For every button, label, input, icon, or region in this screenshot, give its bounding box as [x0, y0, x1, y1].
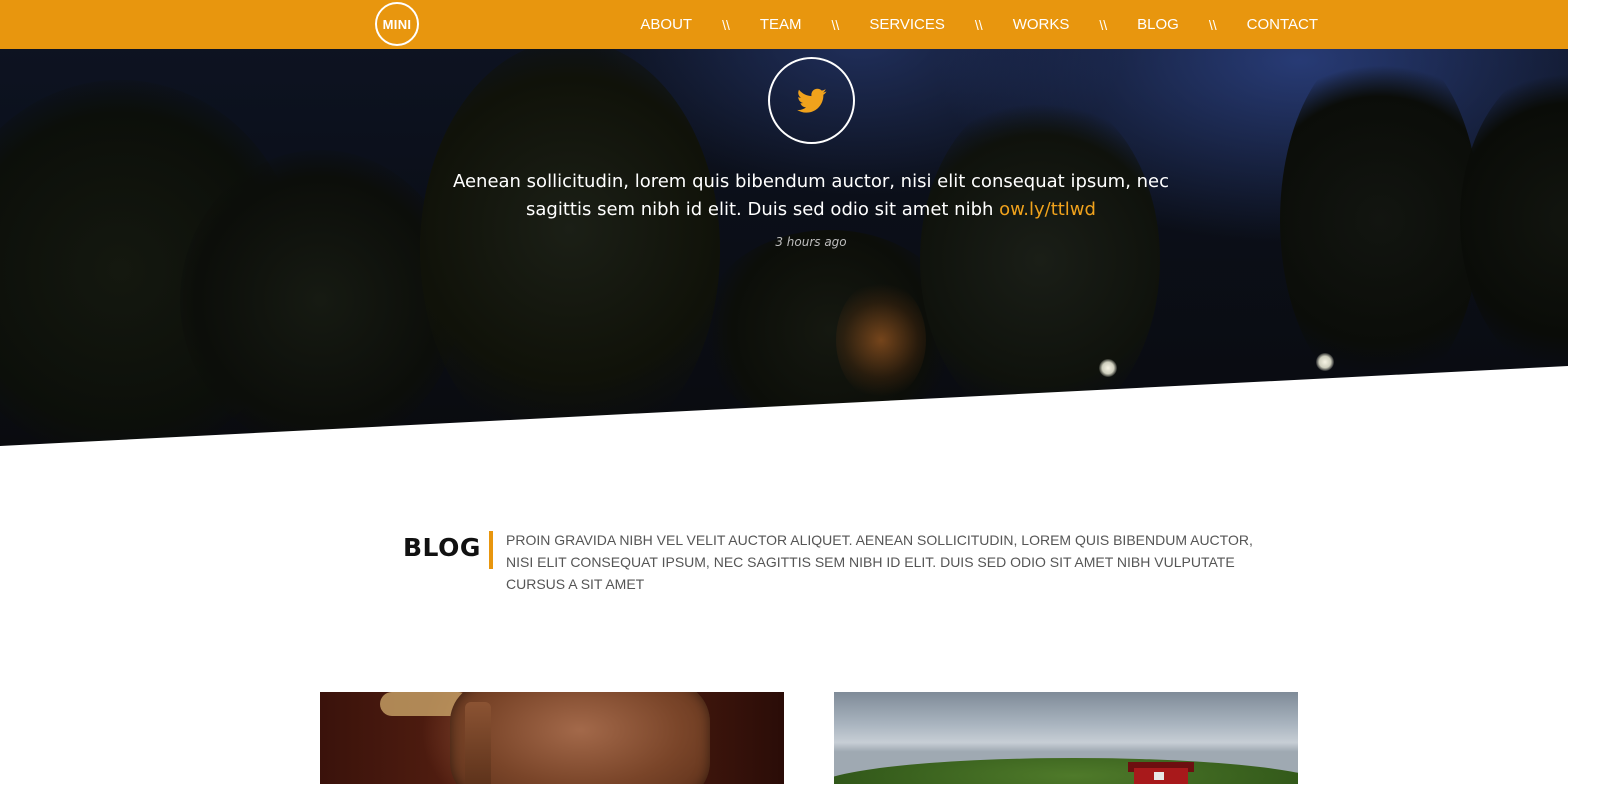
green-hill — [834, 758, 1298, 784]
nav-item-works[interactable]: WORKS — [1013, 16, 1070, 33]
street-lamp — [1316, 353, 1334, 371]
twitter-bird-icon — [796, 88, 826, 113]
section-title: BLOG — [403, 533, 481, 562]
site-header: MINI ABOUT \\ TEAM \\ SERVICES \\ WORKS … — [0, 0, 1568, 49]
logo[interactable]: MINI — [375, 2, 419, 46]
street-lamp — [1099, 359, 1117, 377]
tree-silhouette — [1460, 60, 1568, 380]
nav-item-services[interactable]: SERVICES — [869, 16, 945, 33]
tweet-timestamp: 3 hours ago — [775, 235, 847, 249]
palm-tree-silhouette — [920, 90, 1160, 430]
section-description: PROIN GRAVIDA NIBH VEL VELIT AUCTOR ALIQ… — [506, 532, 1253, 592]
nav-separator: \\ — [974, 16, 983, 33]
nav-separator: \\ — [722, 16, 730, 33]
palm-tree-silhouette — [420, 40, 720, 446]
tree-silhouette — [1280, 40, 1480, 400]
title-accent-bar — [489, 531, 493, 569]
twitter-badge[interactable] — [768, 57, 855, 144]
tweet-text: Aenean sollicitudin, lorem quis bibendum… — [444, 168, 1178, 224]
nav-separator: \\ — [831, 16, 840, 33]
logo-text: MINI — [382, 16, 412, 32]
main-nav: ABOUT \\ TEAM \\ SERVICES \\ WORKS \\ BL… — [640, 0, 1318, 49]
tweet-link[interactable]: ow.ly/ttlwd — [999, 199, 1096, 220]
nav-separator: \\ — [1099, 16, 1108, 33]
nav-item-contact[interactable]: CONTACT — [1247, 16, 1318, 33]
orange-light-glow — [836, 280, 926, 400]
nav-item-blog[interactable]: BLOG — [1137, 16, 1179, 33]
barn-window — [1154, 772, 1164, 780]
nav-item-about[interactable]: ABOUT — [640, 16, 692, 33]
saddle-strap — [465, 702, 491, 784]
blog-post-image-barn[interactable] — [834, 692, 1298, 784]
blog-post-image-saddle[interactable] — [320, 692, 784, 784]
tree-silhouette — [180, 150, 460, 446]
nav-separator: \\ — [1208, 16, 1217, 33]
nav-item-team[interactable]: TEAM — [760, 16, 802, 33]
